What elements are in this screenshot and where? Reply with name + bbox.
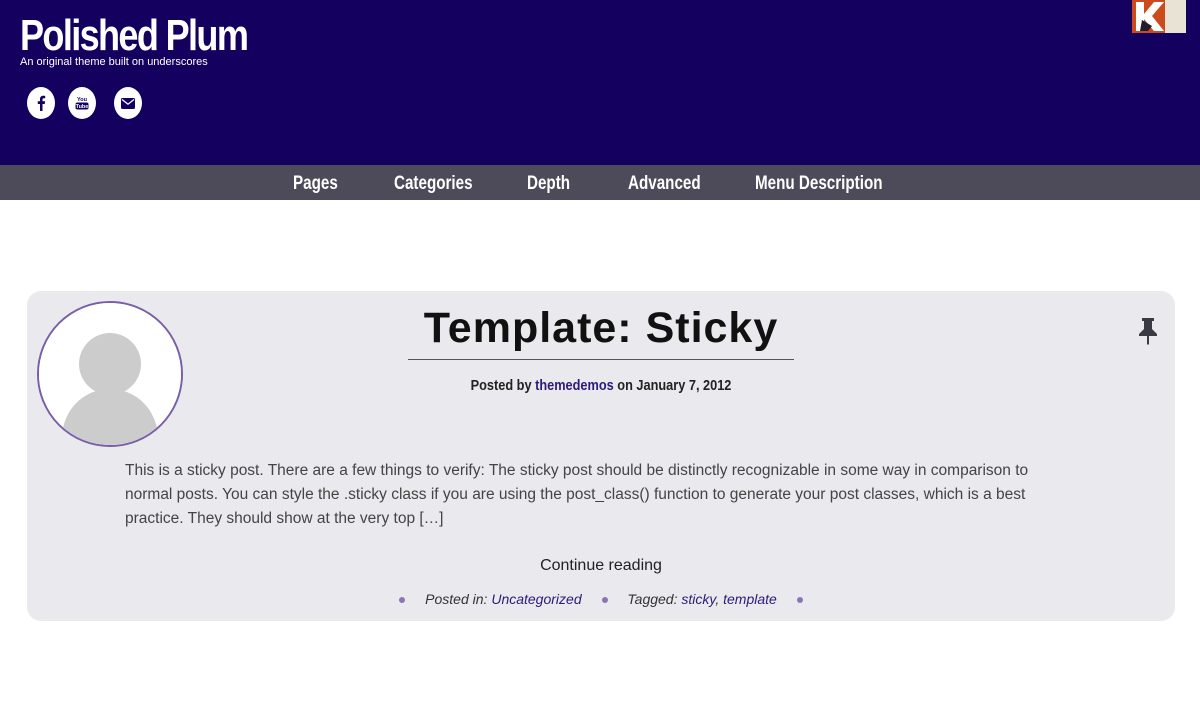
- meta-bullet: [796, 597, 803, 604]
- post-byline: Posted by themedemos on January 7, 2012: [113, 377, 1089, 394]
- site-tagline: An original theme built on underscores: [20, 56, 208, 68]
- svg-text:You: You: [77, 97, 87, 103]
- main-navigation: Pages Categories Depth Advanced Menu Des…: [0, 165, 1200, 200]
- user-placeholder-icon: [39, 303, 181, 445]
- post-excerpt: This is a sticky post. There are a few t…: [125, 462, 1029, 527]
- author-avatar: [37, 301, 183, 447]
- post-date[interactable]: January 7, 2012: [636, 377, 731, 394]
- meta-bullet: [399, 597, 406, 604]
- meta-bullet: [601, 597, 608, 604]
- post-meta: Posted in: Uncategorized Tagged: sticky,…: [27, 591, 1175, 607]
- sticky-post-card: Template: Sticky Posted by themedemos on…: [27, 291, 1175, 621]
- date-prefix: on: [617, 377, 633, 394]
- post-title[interactable]: Template: Sticky: [408, 297, 794, 360]
- nav-item-menu-description[interactable]: Menu Description: [755, 165, 883, 200]
- nav-item-depth[interactable]: Depth: [527, 165, 570, 200]
- pin-icon: [1137, 317, 1159, 350]
- byline-prefix: Posted by: [470, 377, 532, 394]
- corner-logo[interactable]: [1132, 0, 1186, 33]
- nav-item-categories[interactable]: Categories: [394, 165, 473, 200]
- nav-item-pages[interactable]: Pages: [293, 165, 338, 200]
- tag-separator: ,: [715, 591, 724, 607]
- tagged-label: Tagged:: [627, 591, 678, 607]
- category-link[interactable]: Uncategorized: [491, 591, 581, 607]
- site-title[interactable]: Polished Plum: [20, 10, 249, 62]
- site-header: Polished Plum An original theme built on…: [0, 0, 1200, 165]
- youtube-icon[interactable]: You Tube: [68, 87, 96, 119]
- posted-in-label: Posted in:: [425, 591, 488, 607]
- email-icon[interactable]: [114, 87, 142, 119]
- tag-link-sticky[interactable]: sticky: [681, 591, 715, 607]
- continue-reading-link[interactable]: Continue reading: [27, 557, 1175, 575]
- nav-item-advanced[interactable]: Advanced: [628, 165, 701, 200]
- author-link[interactable]: themedemos: [535, 377, 614, 394]
- tag-link-template[interactable]: template: [723, 591, 777, 607]
- svg-text:Tube: Tube: [76, 104, 89, 110]
- facebook-icon[interactable]: [27, 87, 55, 119]
